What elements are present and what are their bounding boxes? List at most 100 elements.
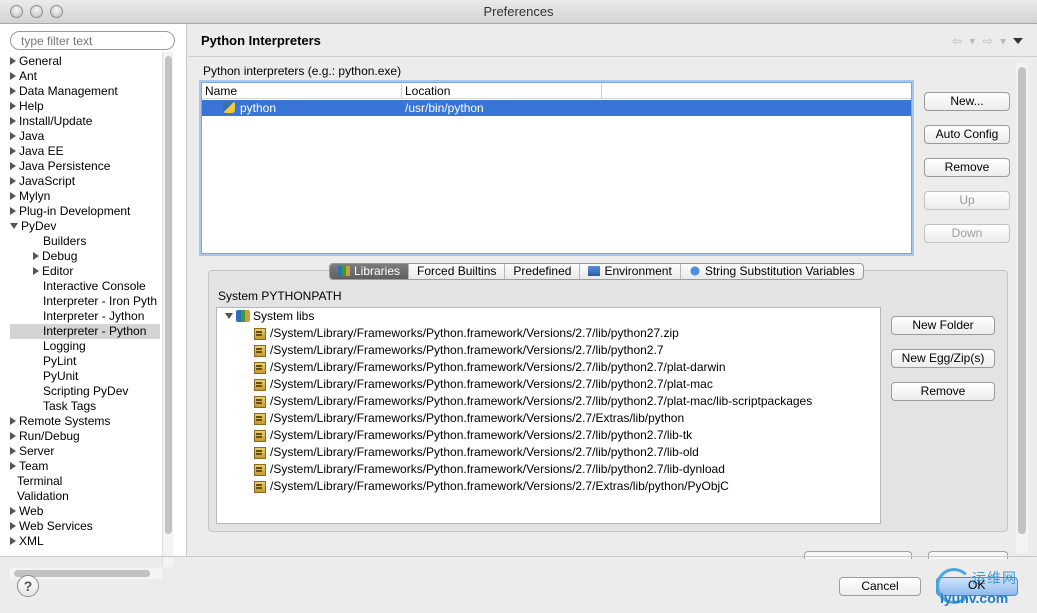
tree-item[interactable]: Interactive Console [43,279,146,294]
collapsed-arrow-icon[interactable] [10,102,16,110]
library-path-item[interactable]: /System/Library/Frameworks/Python.framew… [253,444,699,461]
libraries-tree[interactable]: System libs /System/Library/Frameworks/P… [216,307,881,524]
interpreter-row[interactable]: python /usr/bin/python [202,100,911,116]
library-path-item[interactable]: /System/Library/Frameworks/Python.framew… [253,478,729,495]
tree-item[interactable]: Remote Systems [10,414,110,429]
tree-item[interactable]: Interpreter - Iron Pyth [43,294,157,309]
new-egg-zip-button[interactable]: New Egg/Zip(s) [891,349,995,368]
library-path-item[interactable]: /System/Library/Frameworks/Python.framew… [253,342,664,359]
tree-item[interactable]: Scripting PyDev [43,384,128,399]
expanded-arrow-icon[interactable] [10,223,18,229]
collapsed-arrow-icon[interactable] [33,267,39,275]
tree-item-label: Interpreter - Jython [43,309,145,323]
library-jar-icon [253,378,266,391]
tree-item[interactable]: Team [10,459,48,474]
tab-string-substitution-variables[interactable]: String Substitution Variables [681,264,863,279]
tree-item[interactable]: Plug-in Development [10,204,130,219]
apply-button[interactable] [928,551,1008,559]
tree-item[interactable]: Java EE [10,144,64,159]
scrollbar-thumb[interactable] [165,56,172,534]
tree-item[interactable]: Server [10,444,54,459]
auto-config-button[interactable]: Auto Config [924,125,1010,144]
tree-item[interactable]: JavaScript [10,174,75,189]
tab-predefined[interactable]: Predefined [505,264,581,279]
up-button[interactable]: Up [924,191,1010,210]
collapsed-arrow-icon[interactable] [10,162,16,170]
collapsed-arrow-icon[interactable] [10,507,16,515]
tree-item[interactable]: Data Management [10,84,118,99]
collapsed-arrow-icon[interactable] [10,522,16,530]
library-path-item[interactable]: /System/Library/Frameworks/Python.framew… [253,427,692,444]
new-folder-button[interactable]: New Folder [891,316,995,335]
collapsed-arrow-icon[interactable] [10,462,16,470]
library-jar-icon [253,327,266,340]
tree-item[interactable]: Java Persistence [10,159,110,174]
tree-item[interactable]: Help [10,99,44,114]
library-path-item[interactable]: /System/Library/Frameworks/Python.framew… [253,325,679,342]
interpreters-table[interactable]: Name Location python /usr/bin/python [201,82,912,254]
collapsed-arrow-icon[interactable] [10,537,16,545]
column-header-name[interactable]: Name [202,83,402,99]
library-path-item[interactable]: /System/Library/Frameworks/Python.framew… [253,393,812,410]
tab-environment[interactable]: Environment [580,264,681,279]
tree-item[interactable]: PyUnit [43,369,78,384]
collapsed-arrow-icon[interactable] [10,117,16,125]
tree-item[interactable]: Validation [17,489,69,504]
tree-item[interactable]: General [10,54,62,69]
tree-item[interactable]: PyLint [43,354,76,369]
collapsed-arrow-icon[interactable] [10,177,16,185]
collapsed-arrow-icon[interactable] [10,87,16,95]
column-header-location[interactable]: Location [402,83,602,99]
view-menu-icon[interactable] [1013,38,1023,44]
collapsed-arrow-icon[interactable] [10,432,16,440]
tree-item[interactable]: Terminal [17,474,62,489]
tree-item[interactable]: Interpreter - Jython [43,309,144,324]
system-libs-node[interactable]: System libs [225,308,314,325]
tree-item[interactable]: Task Tags [43,399,96,414]
down-button[interactable]: Down [924,224,1010,243]
tree-item[interactable]: Builders [43,234,86,249]
history-nav-arrows-icon[interactable]: ⇦ ▾ ⇨ ▾ [952,34,1008,48]
tab-forced-builtins[interactable]: Forced Builtins [409,264,506,279]
tree-item[interactable]: Editor [33,264,73,279]
new-interpreter-button[interactable]: New... [924,92,1010,111]
tree-item[interactable]: Web [10,504,43,519]
cancel-button[interactable]: Cancel [839,577,921,596]
scrollbar-thumb[interactable] [14,570,150,577]
collapsed-arrow-icon[interactable] [10,207,16,215]
collapsed-arrow-icon[interactable] [10,417,16,425]
library-path-item[interactable]: /System/Library/Frameworks/Python.framew… [253,376,713,393]
tree-item[interactable]: Logging [43,339,86,354]
remove-interpreter-button[interactable]: Remove [924,158,1010,177]
tree-item[interactable]: Mylyn [10,189,50,204]
tree-item[interactable]: Debug [33,249,77,264]
sidebar-vertical-scrollbar[interactable] [162,52,173,567]
library-path-item[interactable]: /System/Library/Frameworks/Python.framew… [253,461,725,478]
tree-item[interactable]: Run/Debug [10,429,80,444]
scrollbar-thumb[interactable] [1018,67,1026,534]
collapsed-arrow-icon[interactable] [10,132,16,140]
expand-arrow-icon[interactable] [225,313,233,319]
tab-libraries[interactable]: Libraries [330,264,410,279]
tree-item[interactable]: Install/Update [10,114,92,129]
remove-library-button[interactable]: Remove [891,382,995,401]
tree-item[interactable]: Interpreter - Python [10,324,160,339]
collapsed-arrow-icon[interactable] [10,72,16,80]
tree-item[interactable]: PyDev [10,219,56,234]
filter-input[interactable] [10,31,175,50]
tree-item[interactable]: XML [10,534,44,548]
library-path-item[interactable]: /System/Library/Frameworks/Python.framew… [253,359,726,376]
content-vertical-scrollbar[interactable] [1016,63,1028,553]
collapsed-arrow-icon[interactable] [10,192,16,200]
tree-item[interactable]: Web Services [10,519,93,534]
collapsed-arrow-icon[interactable] [10,447,16,455]
restore-defaults-button[interactable] [804,551,912,559]
help-icon[interactable]: ? [17,575,39,597]
tree-item[interactable]: Ant [10,69,37,84]
collapsed-arrow-icon[interactable] [33,252,39,260]
tree-item[interactable]: Java [10,129,44,144]
collapsed-arrow-icon[interactable] [10,147,16,155]
library-path-item[interactable]: /System/Library/Frameworks/Python.framew… [253,410,684,427]
system-libs-icon [236,310,250,322]
collapsed-arrow-icon[interactable] [10,57,16,65]
